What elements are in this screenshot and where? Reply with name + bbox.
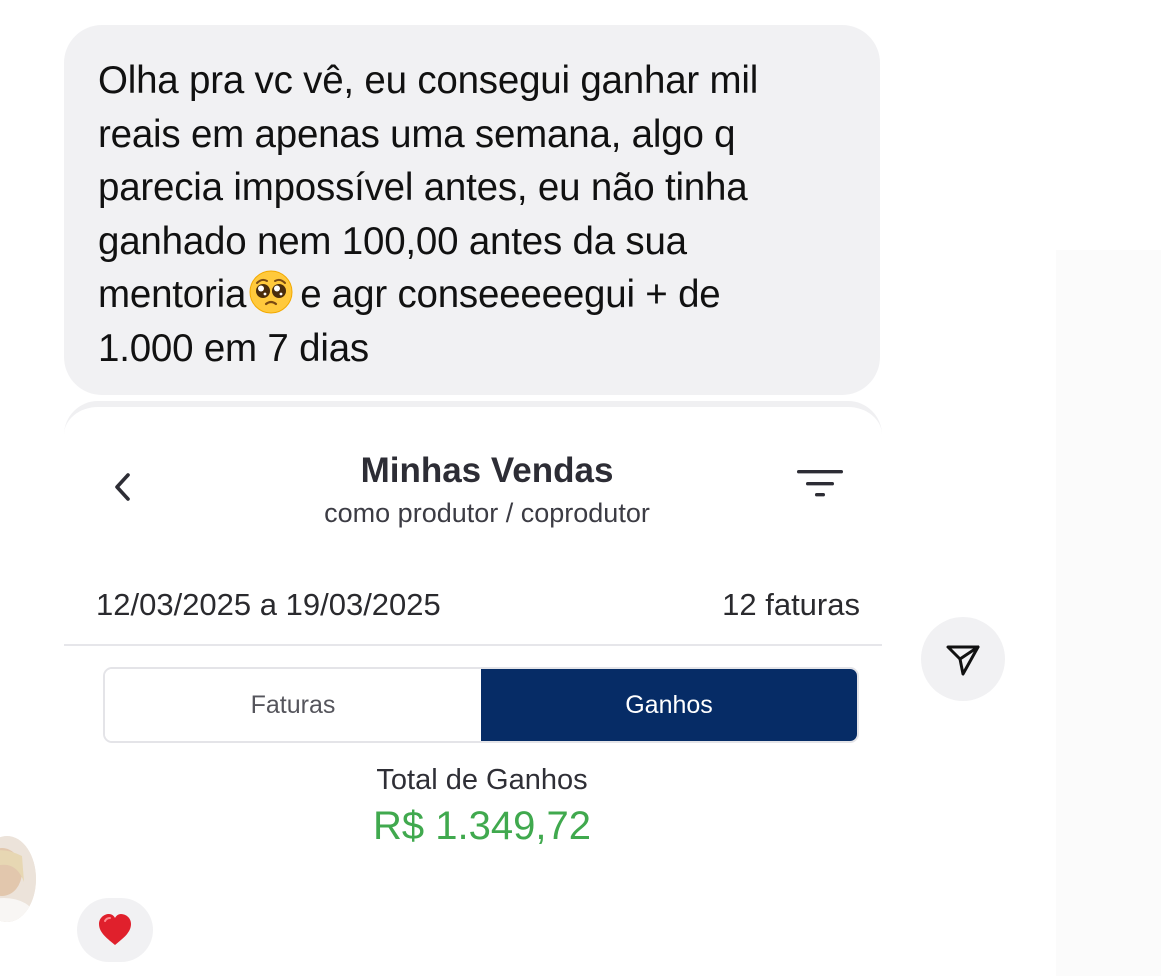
pleading-face-emoji-icon: [249, 270, 293, 314]
message-line-1: Olha pra vc vê, eu consegui ganhar mil: [98, 59, 759, 102]
avatar[interactable]: [0, 836, 36, 922]
sales-screenshot-image[interactable]: Minhas Vendas como produtor / coprodutor…: [64, 401, 882, 976]
date-range: 12/03/2025 a 19/03/2025: [96, 587, 441, 622]
avatar-image: [0, 836, 36, 922]
message-line-3: parecia impossível antes, eu não tinha: [98, 166, 748, 209]
message-bubble[interactable]: Olha pra vc vê, eu consegui ganhar mil r…: [64, 25, 880, 395]
share-button[interactable]: [921, 617, 1005, 701]
total-value: R$ 1.349,72: [373, 804, 591, 848]
message-text: Olha pra vc vê, eu consegui ganhar mil r…: [98, 54, 844, 375]
invoice-count: 12 faturas: [722, 587, 860, 622]
red-heart-icon: [99, 914, 131, 945]
paper-plane-icon: [946, 645, 980, 676]
message-line-4: ganhado nem 100,00 antes da sua: [98, 219, 687, 263]
tab-faturas: Faturas: [105, 669, 481, 741]
message-line-2: reais em apenas uma semana, algo q: [98, 112, 736, 156]
message-line-6: 1.000 em 7 dias: [98, 326, 369, 370]
background-strip: [1056, 250, 1161, 976]
tab-switcher: Faturas Ganhos: [103, 667, 859, 743]
divider: [64, 644, 882, 646]
total-label: Total de Ganhos: [376, 764, 588, 796]
heart-reaction[interactable]: [77, 898, 153, 962]
message-line-5-end: e agr conseeeeegui + de: [300, 273, 721, 316]
message-line-5: mentoria e agr conseeeeegui + de: [98, 268, 844, 322]
sales-subtitle: como produtor / coprodutor: [324, 498, 650, 528]
sales-title: Minhas Vendas: [360, 451, 614, 490]
chat-screen: Olha pra vc vê, eu consegui ganhar mil r…: [0, 0, 1161, 976]
tab-ganhos: Ganhos: [481, 669, 857, 741]
message-line-5-start: mentoria: [98, 273, 247, 316]
filter-icon: [797, 470, 843, 497]
